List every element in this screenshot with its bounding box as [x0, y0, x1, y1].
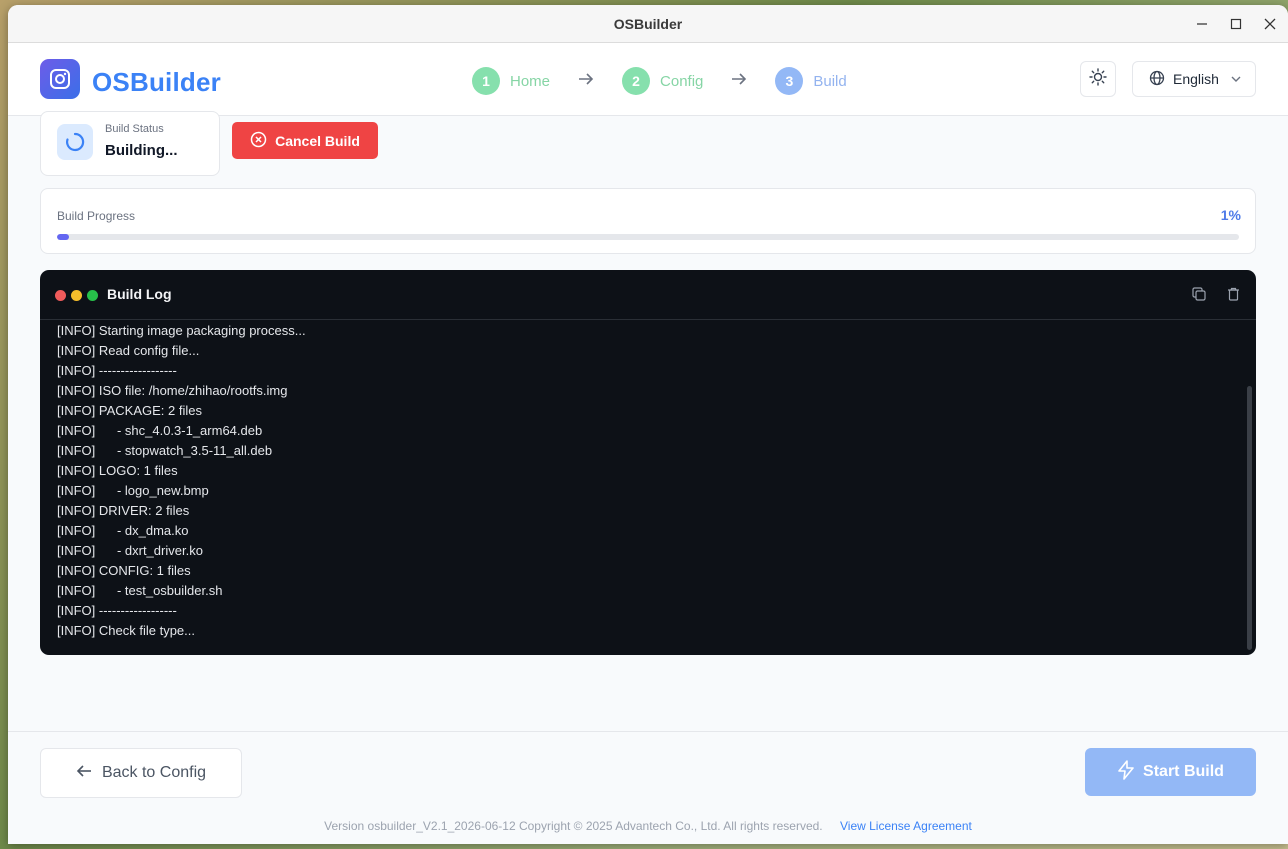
copy-icon[interactable]: [1192, 286, 1206, 302]
log-line: [INFO] ------------------: [57, 363, 177, 378]
log-line: [INFO] - dx_dma.ko: [57, 523, 189, 538]
log-line: [INFO] - test_osbuilder.sh: [57, 583, 223, 598]
log-line: [INFO] PACKAGE: 2 files: [57, 403, 202, 418]
app-header: OSBuilder 1 Home 2 Config 3 Build Englis…: [8, 43, 1288, 116]
red-dot: [55, 290, 66, 301]
log-line: [INFO] Check file type...: [57, 623, 195, 638]
stepper: 1 Home 2 Config 3 Build: [472, 67, 847, 95]
log-line: [INFO] LOGO: 1 files: [57, 463, 178, 478]
arrow-right-icon: [578, 72, 594, 91]
title-bar: OSBuilder: [8, 5, 1288, 43]
log-scrollbar[interactable]: [1247, 386, 1252, 650]
log-line: [INFO] - dxrt_driver.ko: [57, 543, 203, 558]
log-line: [INFO] DRIVER: 2 files: [57, 503, 190, 518]
cancel-build-button[interactable]: Cancel Build: [232, 122, 378, 159]
window-title: OSBuilder: [613, 15, 683, 32]
log-line: [INFO] - shc_4.0.3-1_arm64.deb: [57, 423, 263, 438]
spinner-icon: [57, 124, 93, 160]
language-label: English: [1173, 71, 1219, 87]
footer-divider: [8, 731, 1288, 732]
minimize-icon[interactable]: [1192, 14, 1212, 34]
build-log-title: Build Log: [107, 286, 172, 302]
version-text: Version osbuilder_V2.1_2026-06-12 Copyri…: [324, 819, 823, 833]
lightning-icon: [1117, 759, 1135, 785]
version-footer: Version osbuilder_V2.1_2026-06-12 Copyri…: [8, 819, 1288, 833]
camera-logo-icon: [40, 59, 80, 99]
language-select[interactable]: English: [1132, 61, 1256, 97]
chevron-down-icon: [1231, 74, 1241, 85]
start-build-label: Start Build: [1143, 763, 1224, 780]
close-icon[interactable]: [1260, 14, 1280, 34]
maximize-icon[interactable]: [1226, 14, 1246, 34]
app-name: OSBuilder: [92, 67, 221, 97]
progress-bar: [57, 234, 1239, 240]
yellow-dot: [71, 290, 82, 301]
log-line: [INFO] Starting image packaging process.…: [57, 323, 306, 338]
build-log-panel: Build Log [INFO] Starting image packagin…: [40, 270, 1256, 655]
build-log-output[interactable]: [INFO] Starting image packaging process.…: [57, 321, 1236, 655]
step-config[interactable]: 2 Config: [622, 67, 703, 95]
license-link[interactable]: View License Agreement: [840, 819, 972, 833]
step-build[interactable]: 3 Build: [775, 67, 847, 95]
log-line: [INFO] - stopwatch_3.5-11_all.deb: [57, 443, 273, 458]
green-dot: [87, 290, 98, 301]
build-status-card: Build Status Building...: [40, 111, 220, 176]
step-number: 2: [622, 67, 651, 95]
step-number: 3: [775, 67, 804, 95]
arrow-right-icon: [731, 72, 747, 91]
log-line: [INFO] ISO file: /home/zhihao/rootfs.img: [57, 383, 288, 398]
log-line: [INFO] ------------------: [57, 603, 177, 618]
step-home[interactable]: 1 Home: [472, 67, 550, 95]
progress-label: Build Progress: [57, 209, 136, 223]
cancel-build-label: Cancel Build: [275, 132, 360, 149]
build-log-header: Build Log: [40, 270, 1256, 320]
build-status-label: Build Status: [105, 123, 164, 135]
step-label: Config: [660, 72, 704, 90]
log-line: [INFO] CONFIG: 1 files: [57, 563, 191, 578]
progress-fill: [57, 234, 69, 240]
log-line: [INFO] - logo_new.bmp: [57, 483, 209, 498]
step-label: Home: [510, 72, 551, 90]
sun-icon: [1089, 67, 1107, 91]
app-window: OSBuilder OSBuilder 1 Home 2 Config 3 Bu…: [8, 5, 1288, 844]
start-build-button[interactable]: Start Build: [1085, 748, 1256, 796]
log-line: [INFO] Read config file...: [57, 343, 200, 358]
log-toolbar: [1192, 286, 1240, 302]
progress-percent: 1%: [1220, 207, 1241, 223]
window-controls: [1192, 5, 1280, 43]
window-dots: [55, 290, 98, 301]
build-status-value: Building...: [105, 142, 178, 159]
step-label: Build: [813, 72, 847, 90]
build-progress-card: Build Progress 1%: [40, 188, 1256, 254]
theme-toggle-button[interactable]: [1080, 61, 1116, 97]
arrow-left-icon: [76, 764, 92, 783]
trash-icon[interactable]: [1226, 286, 1240, 302]
back-to-config-button[interactable]: Back to Config: [40, 748, 242, 798]
back-to-config-label: Back to Config: [101, 764, 207, 781]
x-circle-icon: [250, 131, 267, 151]
step-number: 1: [472, 67, 500, 95]
globe-icon: [1149, 70, 1165, 89]
